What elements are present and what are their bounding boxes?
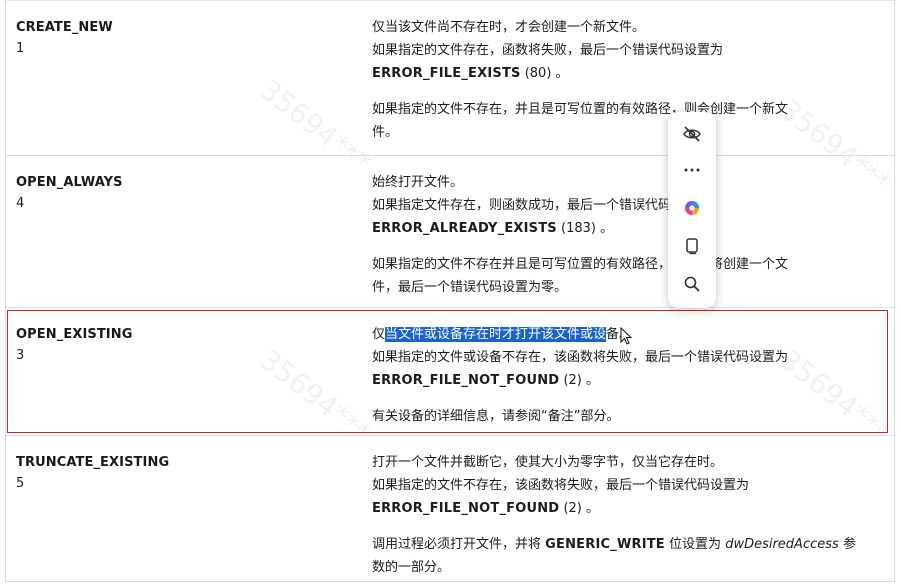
description-text: 如果指定的文件不存在并且是可写位置的有效路径，该函数将创建一个文 [372, 257, 789, 272]
page: 35694*** 35694*** 35694*** 35694*** CREA… [0, 0, 901, 587]
mouse-cursor-icon [620, 327, 632, 345]
error-code-line: ERROR_FILE_NOT_FOUND (2) 。 [372, 369, 872, 392]
error-code-number: (2) 。 [563, 373, 600, 388]
copy-button[interactable] [676, 230, 708, 262]
more-options-icon [684, 168, 700, 172]
constant-name: TRUNCATE_EXISTING [16, 455, 170, 470]
description-text: 仅当该文件尚不存在时，才会创建一个新文件。 [372, 20, 646, 35]
description-text: 调用过程必须打开文件，并将 GENERIC_WRITE 位设置为 dwDesir… [372, 533, 872, 556]
eye-slash-icon [683, 126, 701, 142]
copilot-icon [685, 201, 699, 215]
error-code: ERROR_FILE_NOT_FOUND [372, 501, 560, 516]
search-button[interactable] [676, 268, 708, 300]
error-code: ERROR_FILE_EXISTS [372, 66, 521, 81]
text-unselected: 仅 [372, 327, 386, 342]
description-cell: 打开一个文件并截断它，使其大小为零字节，仅当它存在时。 如果指定的文件不存在，该… [372, 451, 872, 579]
parameter-name: dwDesiredAccess [725, 537, 839, 552]
error-code: ERROR_ALREADY_EXISTS [372, 221, 557, 236]
selection-mini-menu [668, 112, 716, 308]
hide-menu-button[interactable] [676, 118, 708, 150]
error-code-number: (183) 。 [561, 221, 614, 236]
table-row: CREATE_NEW 1 仅当该文件尚不存在时，才会创建一个新文件。 如果指定的… [6, 0, 894, 155]
description-text: 始终打开文件。 [372, 175, 464, 190]
more-options-button[interactable] [676, 154, 708, 186]
text-segment: 调用过程必须打开文件，并将 [372, 537, 542, 552]
search-icon [684, 276, 700, 292]
constant-name: OPEN_ALWAYS [16, 175, 123, 190]
constant-cell: CREATE_NEW 1 [16, 19, 356, 58]
error-code-number: (80) 。 [524, 66, 569, 81]
table-row: OPEN_ALWAYS 4 始终打开文件。 如果指定文件存在，则函数成功，最后一… [6, 155, 894, 307]
constant-name: CREATE_NEW [16, 20, 113, 35]
constant-cell: OPEN_EXISTING 3 [16, 326, 356, 365]
selected-text[interactable]: 当文件或设备存在时才打开该文件或设 [385, 327, 607, 342]
text-segment: 位设置为 [669, 537, 722, 552]
description-text: 件。 [372, 125, 399, 140]
constant-name: OPEN_EXISTING [16, 327, 133, 342]
error-code-line: ERROR_ALREADY_EXISTS (183) 。 [372, 217, 872, 240]
flags-table: CREATE_NEW 1 仅当该文件尚不存在时，才会创建一个新文件。 如果指定的… [5, 0, 895, 582]
constant-value: 5 [16, 476, 25, 491]
description-text: 数的一部分。 [372, 560, 451, 575]
description-text: 如果指定的文件存在，函数将失败，最后一个错误代码设置为 [372, 43, 724, 58]
error-code-line: ERROR_FILE_NOT_FOUND (2) 。 [372, 497, 872, 520]
copilot-button[interactable] [676, 192, 708, 224]
constant-cell: TRUNCATE_EXISTING 5 [16, 454, 356, 493]
description-text: 如果指定文件存在，则函数成功，最后一个错误代码设置为 [372, 198, 711, 213]
constant-value: 1 [16, 41, 25, 56]
description-cell: 仅当该文件尚不存在时，才会创建一个新文件。 如果指定的文件存在，函数将失败，最后… [372, 16, 872, 144]
description-cell: 始终打开文件。 如果指定文件存在，则函数成功，最后一个错误代码设置为 ERROR… [372, 171, 872, 299]
text-segment: 参 [842, 537, 856, 552]
table-row: OPEN_EXISTING 3 仅当文件或设备存在时才打开该文件或设备。 如果指… [6, 307, 894, 435]
description-text: 如果指定的文件或设备不存在，该函数将失败，最后一个错误代码设置为 [372, 350, 789, 365]
constant-value: 3 [16, 348, 25, 363]
constant-cell: OPEN_ALWAYS 4 [16, 174, 356, 213]
description-text: 件，最后一个错误代码设置为零。 [372, 280, 568, 295]
description-text: 如果指定的文件不存在，该函数将失败，最后一个错误代码设置为 [372, 478, 750, 493]
error-code-line: ERROR_FILE_EXISTS (80) 。 [372, 62, 872, 85]
table-row: TRUNCATE_EXISTING 5 打开一个文件并截断它，使其大小为零字节，… [6, 435, 894, 582]
error-code-number: (2) 。 [563, 501, 600, 516]
constant-value: 4 [16, 196, 25, 211]
inline-code: GENERIC_WRITE [545, 537, 665, 552]
error-code: ERROR_FILE_NOT_FOUND [372, 373, 560, 388]
description-text: 如果指定的文件不存在，并且是可写位置的有效路径，则会创建一个新文 [372, 102, 789, 117]
copy-icon [686, 238, 698, 255]
description-text: 有关设备的详细信息，请参阅“备注”部分。 [372, 409, 620, 424]
description-text: 打开一个文件并截断它，使其大小为零字节，仅当它存在时。 [372, 455, 724, 470]
